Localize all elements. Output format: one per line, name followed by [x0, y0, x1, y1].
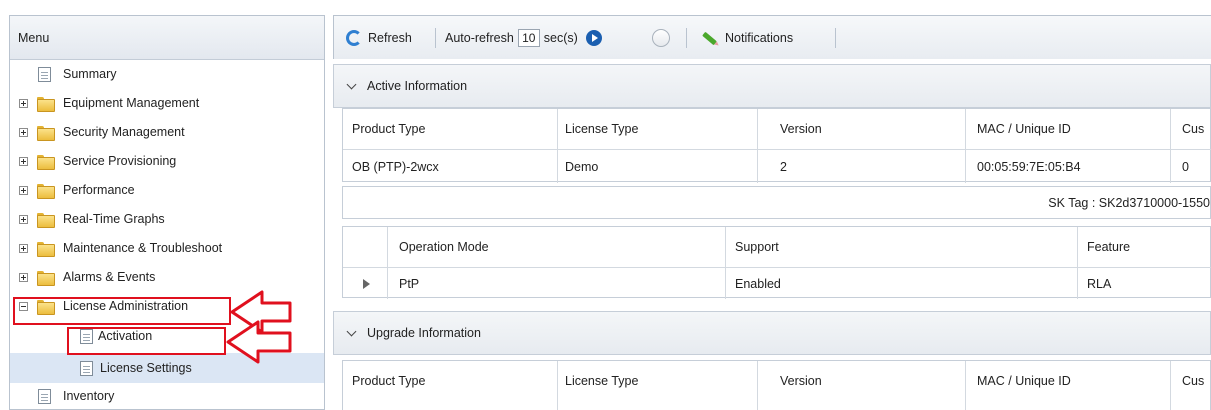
chevron-down-icon: [346, 326, 357, 336]
arrow-icon: [230, 290, 292, 334]
column-header-license-type[interactable]: License Type: [565, 361, 638, 401]
toolbar-divider: [835, 28, 836, 48]
column-header-version[interactable]: Version: [780, 109, 822, 149]
column-header-mac-unique-id[interactable]: MAC / Unique ID: [977, 109, 1071, 149]
panel-title: Active Information: [367, 79, 468, 93]
cell-feature: RLA: [1087, 277, 1112, 291]
column-header-feature[interactable]: Feature: [1087, 227, 1130, 267]
column-header-license-type[interactable]: License Type: [565, 109, 638, 149]
notifications-button[interactable]: Notifications: [702, 16, 793, 60]
cell-customer: 0: [1182, 160, 1189, 174]
sk-tag-bar: SK Tag : SK2d3710000-1550: [342, 186, 1211, 219]
refresh-icon: [346, 30, 362, 46]
active-license-table: Product Type License Type Version MAC / …: [342, 108, 1211, 183]
cell-product-type: OB (PTP)-2wcx: [352, 160, 439, 174]
features-table: Operation Mode Support Feature PtP Enabl…: [342, 226, 1211, 299]
cell-mac-unique-id: 00:05:59:7E:05:B4: [977, 160, 1081, 174]
expand-row-icon[interactable]: [363, 279, 370, 289]
cell-license-type: Demo: [565, 160, 599, 174]
active-information-header[interactable]: Active Information: [333, 64, 1211, 108]
column-header-version[interactable]: Version: [780, 361, 822, 401]
toolbar-divider: [435, 28, 436, 48]
auto-refresh-label: Auto-refresh: [445, 31, 514, 45]
column-header-support[interactable]: Support: [735, 227, 779, 267]
upgrade-information-header[interactable]: Upgrade Information: [333, 311, 1211, 355]
column-header-product-type[interactable]: Product Type: [352, 361, 425, 401]
column-header-product-type[interactable]: Product Type: [352, 109, 425, 149]
stop-button[interactable]: [652, 16, 670, 60]
cell-version: 2: [780, 160, 787, 174]
pencil-icon: [702, 31, 717, 45]
sk-tag-text: SK Tag : SK2d3710000-1550: [1048, 196, 1210, 210]
chevron-down-icon: [346, 79, 357, 89]
toolbar-divider: [686, 28, 687, 48]
column-header-customer[interactable]: Cus: [1182, 361, 1204, 401]
panel-title: Upgrade Information: [367, 326, 481, 340]
auto-refresh-control: Auto-refresh 10 sec(s): [445, 16, 602, 60]
column-header-customer[interactable]: Cus: [1182, 109, 1204, 149]
upgrade-license-table: Product Type License Type Version MAC / …: [342, 360, 1211, 410]
cell-operation-mode: PtP: [399, 277, 420, 291]
column-header-operation-mode[interactable]: Operation Mode: [399, 227, 489, 267]
refresh-button[interactable]: Refresh: [346, 16, 412, 60]
interval-unit-label: sec(s): [543, 31, 578, 45]
column-header-mac-unique-id[interactable]: MAC / Unique ID: [977, 361, 1071, 401]
stop-icon: [652, 29, 670, 47]
play-icon[interactable]: [585, 30, 602, 46]
refresh-label: Refresh: [368, 31, 412, 45]
toolbar: Refresh Auto-refresh 10 sec(s) Notificat…: [333, 15, 1211, 59]
refresh-interval-input[interactable]: 10: [517, 29, 540, 47]
arrow-icon: [226, 320, 292, 364]
notifications-label: Notifications: [725, 31, 794, 45]
cell-support: Enabled: [735, 277, 781, 291]
